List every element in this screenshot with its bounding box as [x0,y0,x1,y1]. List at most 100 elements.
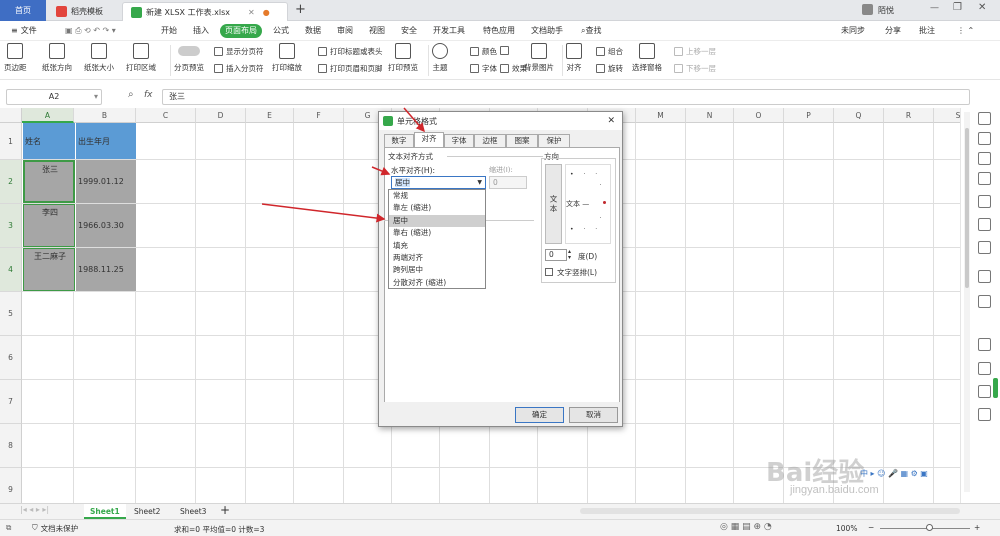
option-justify[interactable]: 两端对齐 [389,252,485,264]
menu-view[interactable]: 视图 [364,24,390,38]
shapes-icon[interactable] [978,132,991,145]
menu-data[interactable]: 数据 [300,24,326,38]
row-header-4[interactable]: 4 [0,248,22,292]
degree-input[interactable]: 0 [545,249,567,261]
search-button[interactable]: ⌕ 查找 [576,24,606,38]
zoom-slider-thumb[interactable] [926,524,933,531]
option-fill[interactable]: 填充 [389,240,485,252]
insert-page-break-button[interactable]: 插入分页符 [214,63,264,74]
sheet-tab-1[interactable]: Sheet1 [84,504,126,519]
dialog-tab-font[interactable]: 字体 [444,134,474,147]
dialog-tab-number[interactable]: 数字 [384,134,414,147]
zoom-out-icon[interactable]: − [868,523,874,532]
maximize-icon[interactable]: ❐ [953,2,962,13]
menu-review[interactable]: 审阅 [332,24,358,38]
name-box[interactable]: A2 ▾ [6,89,102,105]
zoom-in-icon[interactable]: + [974,523,980,532]
image-icon[interactable] [978,362,991,375]
degree-spinner[interactable]: ▴ ▾ [568,249,571,261]
wallet-icon[interactable] [978,172,991,185]
dialog-tab-protection[interactable]: 保护 [538,134,570,147]
effects-swatch[interactable] [500,46,512,55]
paper-size-button[interactable]: 纸张大小 [84,43,114,73]
cell-b4[interactable]: 1988.11.25 [76,248,136,291]
row-header-2[interactable]: 2 [0,160,22,204]
menu-insert[interactable]: 插入 [188,24,214,38]
menu-formula[interactable]: 公式 [268,24,294,38]
tab-home[interactable]: 首页 [0,0,46,21]
share-button[interactable]: 分享 [880,24,906,38]
menu-doc-assistant[interactable]: 文档助手 [526,24,568,38]
add-sheet-button[interactable]: + [220,503,230,517]
column-header-a[interactable]: A [22,108,74,123]
group-button[interactable]: 组合 [596,46,623,57]
sheet-nav-arrows[interactable]: |◂ ◂ ▸ ▸| [20,505,49,514]
column-header-b[interactable]: B [74,108,136,123]
settings-icon[interactable] [978,385,991,398]
table-icon[interactable] [978,241,991,254]
horizontal-scrollbar[interactable] [580,508,960,514]
ime-toolbar[interactable]: 中 ▸ ☺ 🎤 ▦ ⚙ ▣ [860,468,956,480]
margins-button[interactable]: 页边距 [4,43,27,73]
colors-button[interactable]: 颜色 [470,46,497,57]
cancel-button[interactable]: 取消 [569,407,618,423]
show-page-breaks-checkbox[interactable]: 显示分页符 [214,46,264,57]
print-titles-button[interactable]: 打印标题或表头 [318,46,383,57]
send-backward-button[interactable]: 下移一层 [674,63,716,74]
minimize-icon[interactable]: — [930,3,939,13]
new-tab-button[interactable]: + [295,2,306,17]
row-header-3[interactable]: 3 [0,204,22,248]
cell-b3[interactable]: 1966.03.30 [76,204,136,247]
menu-features[interactable]: 特色应用 [478,24,520,38]
theme-button[interactable]: 主题 [432,43,448,73]
zoom-level[interactable]: 100% [836,524,857,533]
bring-forward-button[interactable]: 上移一层 [674,46,716,57]
row-header-7[interactable]: 7 [0,380,22,424]
background-image-button[interactable]: 背景图片 [524,43,554,73]
doc-protect-status[interactable]: ⛉ 文档未保护 [32,523,78,534]
document-icon[interactable] [978,270,991,283]
cursor-icon[interactable] [978,112,991,125]
selection-pane-button[interactable]: 选择窗格 [632,43,662,73]
orientation-dial[interactable]: 文本 — • · · · · • · · [565,164,611,244]
storage-icon[interactable] [978,338,991,351]
quick-access-toolbar[interactable]: ▣ ⎙ ⟲ ↶ ↷ ▾ [60,24,121,38]
comment-button[interactable]: 批注 [914,24,940,38]
rotate-button[interactable]: 旋转 [596,63,623,74]
cell-a4[interactable]: 王二麻子 [23,248,75,291]
column-header-r[interactable]: R [884,108,934,123]
indent-input[interactable]: 0 [489,176,527,189]
cloud-icon[interactable] [978,295,991,308]
option-distributed[interactable]: 分散对齐 (缩进) [389,277,485,289]
column-header-q[interactable]: Q [834,108,884,123]
cell-a2[interactable]: 张三 [23,160,75,203]
print-area-button[interactable]: 打印区域 [126,43,156,73]
chevron-down-icon[interactable]: ▾ [94,90,98,104]
column-header-d[interactable]: D [196,108,246,123]
menu-page-layout[interactable]: 页面布局 [220,24,262,38]
cell-a1[interactable]: 姓名 [23,123,75,159]
fill-icon[interactable] [978,152,991,165]
zoom-slider[interactable] [880,528,970,529]
macro-icon[interactable]: ⧉ [6,523,11,533]
select-all-corner[interactable] [0,108,22,123]
file-menu[interactable]: ≡ 文件 [6,24,42,38]
print-scale-button[interactable]: 打印缩放 [272,43,302,73]
close-icon[interactable]: ✕ [248,8,255,17]
dialog-close-icon[interactable]: ✕ [607,116,615,126]
avatar[interactable] [862,4,873,15]
window-close-icon[interactable]: ✕ [978,2,986,13]
user-name[interactable]: 陌悦 [878,5,894,16]
column-header-f[interactable]: F [294,108,344,123]
fonts-button[interactable]: 字体 [470,63,497,74]
print-preview-button[interactable]: 打印预览 [388,43,418,73]
page-break-preview-button[interactable]: 分页预览 [174,43,204,73]
view-mode-icons[interactable]: ◎ ▦ ▤ ⊕ ◔ [720,522,772,532]
sheet-tab-3[interactable]: Sheet3 [174,504,212,519]
tab-file[interactable]: 新建 XLSX 工作表.xlsx ✕ ● [122,2,288,21]
menu-start[interactable]: 开始 [156,24,182,38]
formula-tools-icon[interactable] [978,195,991,208]
align-button[interactable]: 对齐 [566,43,582,73]
column-header-o[interactable]: O [734,108,784,123]
option-left-indent[interactable]: 靠左 (缩进) [389,202,485,214]
